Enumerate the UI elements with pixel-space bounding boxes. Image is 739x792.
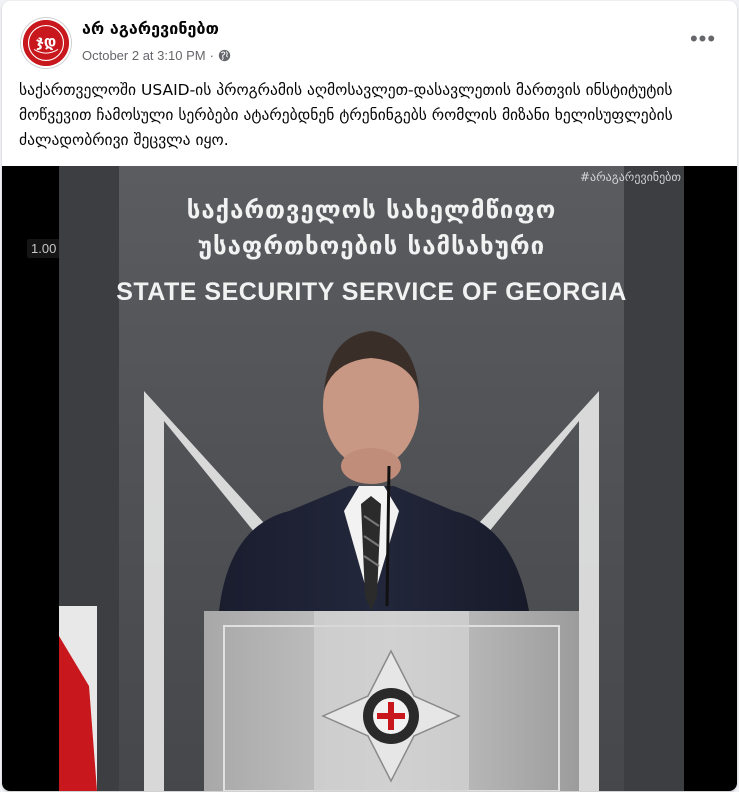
post-meta: October 2 at 3:10 PM ·	[82, 46, 231, 64]
video-frame: საქართველოს სახელმწიფო უსაფრთხოების სამს…	[59, 166, 684, 791]
meta-separator: ·	[209, 47, 214, 63]
sign-line-english: STATE SECURITY SERVICE OF GEORGIA	[116, 278, 627, 306]
playback-speed-button[interactable]: 1.00	[27, 239, 61, 258]
sign-line-georgian-1: საქართველოს სახელმწიფო	[186, 196, 557, 224]
post-text: საქართველოში USAID-ის პროგრამის აღმოსავლ…	[19, 81, 673, 149]
video-watermark: #არაგარევინებთ	[579, 170, 681, 184]
video-player[interactable]: საქართველოს სახელმწიფო უსაფრთხოების სამს…	[2, 166, 737, 791]
post-header: ჯდ არ აგარევინებთ October 2 at 3:10 PM ·…	[2, 1, 737, 69]
more-options-icon[interactable]: •••	[685, 26, 721, 51]
author-name[interactable]: არ აგარევინებთ	[82, 19, 219, 38]
svg-text:ჯდ: ჯდ	[36, 34, 56, 51]
globe-icon	[218, 49, 231, 61]
post-card: ჯდ არ აგარევინებთ October 2 at 3:10 PM ·…	[2, 1, 737, 791]
sign-line-georgian-2: უსაფრთხოების სამსახური	[197, 232, 546, 260]
post-timestamp[interactable]: October 2 at 3:10 PM	[82, 48, 206, 63]
page-logo-icon: ჯდ	[23, 20, 69, 66]
avatar[interactable]: ჯდ	[21, 18, 71, 68]
